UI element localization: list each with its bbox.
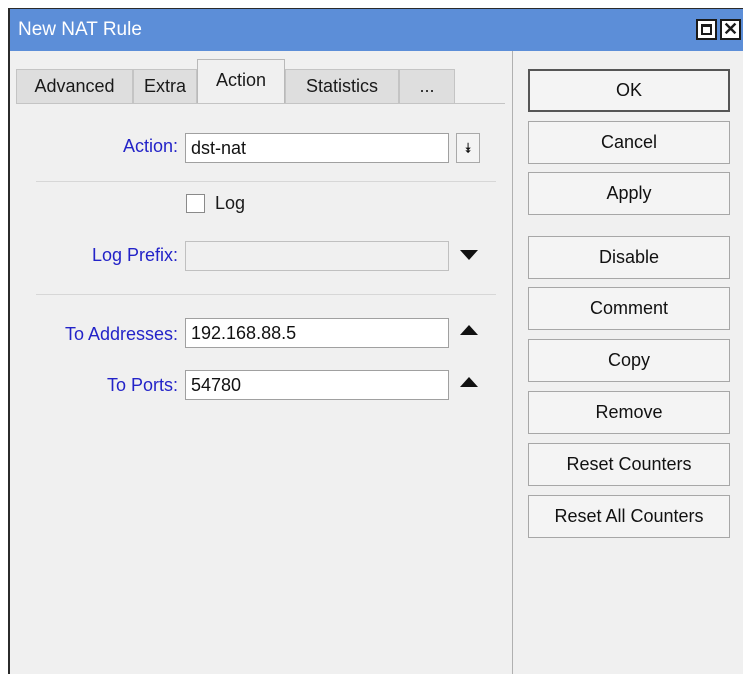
collapse-arrow-icon[interactable]	[460, 377, 478, 387]
action-label: Action:	[122, 136, 178, 156]
reset-counters-button[interactable]: Reset Counters	[528, 443, 730, 486]
to-addresses-input[interactable]: 192.168.88.5	[185, 318, 449, 348]
log-checkbox[interactable]	[186, 194, 205, 213]
copy-button[interactable]: Copy	[528, 339, 730, 382]
to-ports-label: To Ports:	[106, 375, 178, 395]
cancel-button[interactable]: Cancel	[528, 121, 730, 164]
log-checkbox-label: Log	[215, 193, 246, 213]
window-title: New NAT Rule	[18, 19, 142, 40]
reset-all-counters-button[interactable]: Reset All Counters	[528, 495, 730, 538]
to-addresses-label: To Addresses:	[64, 324, 178, 344]
action-select[interactable]: dst-nat	[185, 133, 449, 163]
separator	[36, 294, 496, 295]
collapse-arrow-icon[interactable]	[460, 325, 478, 335]
comment-button[interactable]: Comment	[528, 287, 730, 330]
tab-action[interactable]: Action	[197, 59, 285, 104]
dropdown-arrow-icon[interactable]: ⯯	[456, 133, 480, 163]
to-ports-input[interactable]: 54780	[185, 370, 449, 400]
tab-statistics[interactable]: Statistics	[285, 69, 399, 103]
maximize-icon[interactable]	[696, 19, 717, 40]
separator	[36, 181, 496, 182]
apply-button[interactable]: Apply	[528, 172, 730, 215]
disable-button[interactable]: Disable	[528, 236, 730, 279]
ok-button[interactable]: OK	[528, 69, 730, 112]
log-prefix-input[interactable]	[185, 241, 449, 271]
tab-extra[interactable]: Extra	[133, 69, 197, 103]
panel-divider	[512, 51, 513, 674]
remove-button[interactable]: Remove	[528, 391, 730, 434]
nat-rule-window: New NAT Rule ✕ Advanced Extra Action Sta…	[8, 8, 743, 674]
expand-arrow-icon[interactable]	[460, 250, 478, 260]
close-icon[interactable]: ✕	[720, 19, 741, 40]
title-bar[interactable]: New NAT Rule ✕	[10, 9, 743, 51]
tab-advanced[interactable]: Advanced	[16, 69, 133, 103]
tab-more[interactable]: ...	[399, 69, 455, 103]
log-prefix-label: Log Prefix:	[91, 245, 178, 265]
tab-divider	[16, 103, 505, 104]
